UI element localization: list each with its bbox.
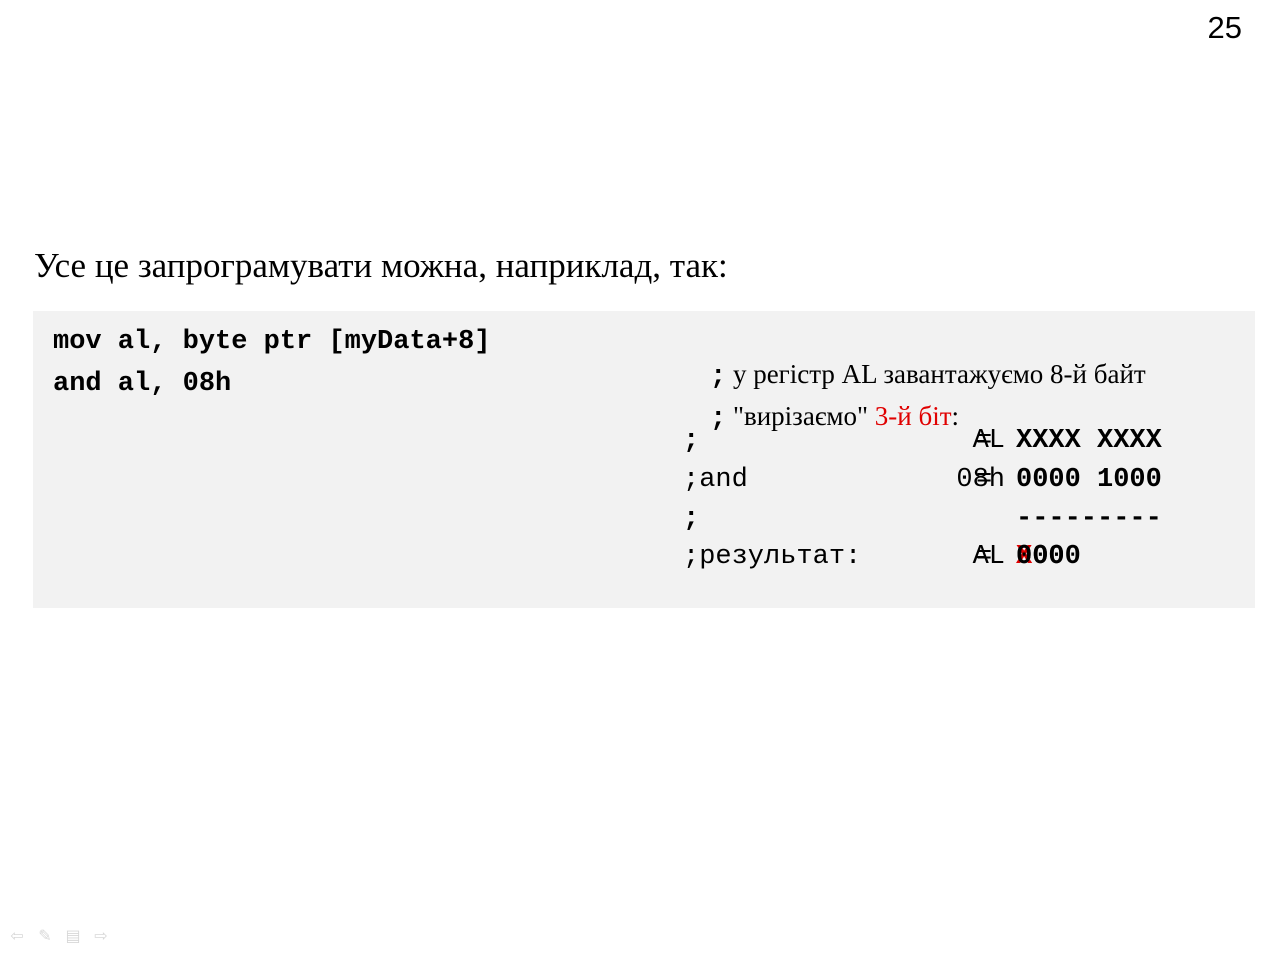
calc-row-4: ;результат: AL = 0000 X 000 [683,541,1243,573]
intro-text: Усе це запрограмувати можна, наприклад, … [34,246,728,285]
calc-row-1: ; AL = XXXX XXXX [683,425,1243,457]
arrow-left-icon[interactable]: ⇦ [8,926,26,946]
slide-number: 25 [1207,10,1242,45]
calc-value: XXXX XXXX [1016,426,1162,456]
calc-prefix: ; [683,426,700,456]
menu-icon[interactable]: ▤ [64,926,82,946]
calc-prefix: ;and [683,465,748,495]
calc-prefix: ;результат: [683,542,862,572]
calc-separator: --------- [1016,504,1162,534]
code-line-2: and al, 08h [53,369,232,399]
calc-equals: = [976,465,993,495]
arrow-right-icon[interactable]: ⇨ [92,926,110,946]
code-block: mov al, byte ptr [myData+8] and al, 08h … [33,311,1255,608]
calc-value: 0000 1000 [1016,465,1162,495]
calc-value-end: 000 [1016,542,1065,572]
slide-navigation: ⇦ ✎ ▤ ⇨ [8,926,110,946]
calc-row-3: ; --------- [683,503,1243,535]
calc-equals: = [976,426,993,456]
calc-equals: = [976,542,993,572]
pen-icon[interactable]: ✎ [36,926,54,946]
calc-prefix: ; [683,504,700,534]
code-line-1: mov al, byte ptr [myData+8] [53,327,491,357]
calc-row-2: ;and 08h = 0000 1000 [683,464,1243,496]
